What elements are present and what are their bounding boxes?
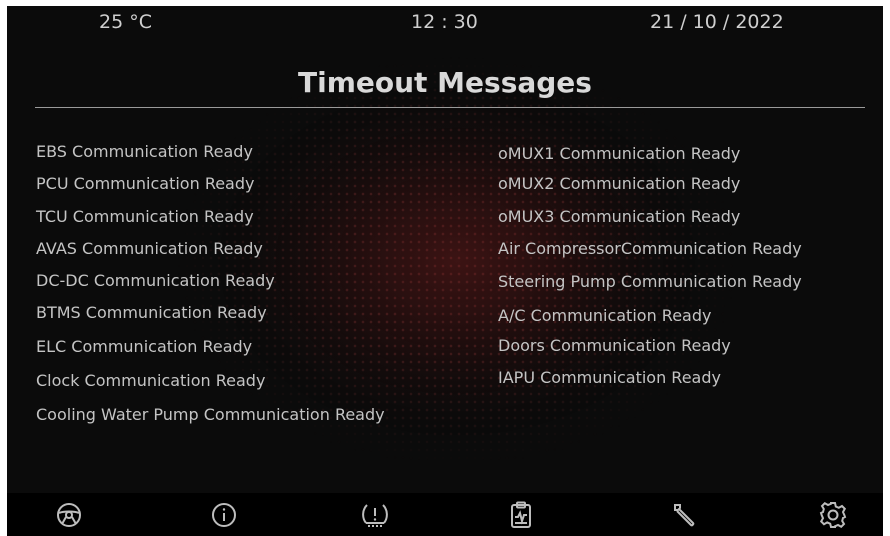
message-ac: A/C Communication Ready bbox=[498, 306, 712, 325]
info-icon[interactable] bbox=[207, 500, 241, 530]
message-iapu: IAPU Communication Ready bbox=[498, 368, 721, 387]
message-pcu: PCU Communication Ready bbox=[36, 174, 255, 193]
message-omux3: oMUX3 Communication Ready bbox=[498, 207, 741, 226]
message-air-compressor: Air CompressorCommunication Ready bbox=[498, 239, 802, 258]
message-elc: ELC Communication Ready bbox=[36, 337, 253, 356]
message-clock: Clock Communication Ready bbox=[36, 371, 266, 390]
message-omux1: oMUX1 Communication Ready bbox=[498, 144, 741, 163]
steering-wheel-icon[interactable] bbox=[52, 500, 86, 530]
gear-icon[interactable] bbox=[816, 500, 850, 530]
date-readout: 21 / 10 / 2022 bbox=[650, 11, 784, 33]
clock-readout: 12 : 30 bbox=[411, 11, 478, 33]
bottom-nav-bar bbox=[7, 493, 883, 536]
message-btms: BTMS Communication Ready bbox=[36, 303, 267, 322]
message-doors: Doors Communication Ready bbox=[498, 336, 731, 355]
temperature-readout: 25 °C bbox=[99, 11, 152, 33]
message-cooling-water-pump: Cooling Water Pump Communication Ready bbox=[36, 405, 385, 424]
message-steering-pump: Steering Pump Communication Ready bbox=[498, 272, 802, 291]
clipboard-report-icon[interactable] bbox=[504, 500, 538, 530]
message-tcu: TCU Communication Ready bbox=[36, 207, 254, 226]
dashboard-screen: 25 °C 12 : 30 21 / 10 / 2022 Timeout Mes… bbox=[7, 6, 883, 536]
status-bar: 25 °C 12 : 30 21 / 10 / 2022 bbox=[7, 6, 883, 42]
message-ebs: EBS Communication Ready bbox=[36, 142, 253, 161]
message-omux2: oMUX2 Communication Ready bbox=[498, 174, 741, 193]
wrench-icon[interactable] bbox=[668, 500, 702, 530]
page-title: Timeout Messages bbox=[298, 66, 592, 99]
message-dc-dc: DC-DC Communication Ready bbox=[36, 271, 275, 290]
message-avas: AVAS Communication Ready bbox=[36, 239, 263, 258]
tire-pressure-icon[interactable] bbox=[358, 500, 392, 530]
title-divider bbox=[35, 107, 865, 108]
